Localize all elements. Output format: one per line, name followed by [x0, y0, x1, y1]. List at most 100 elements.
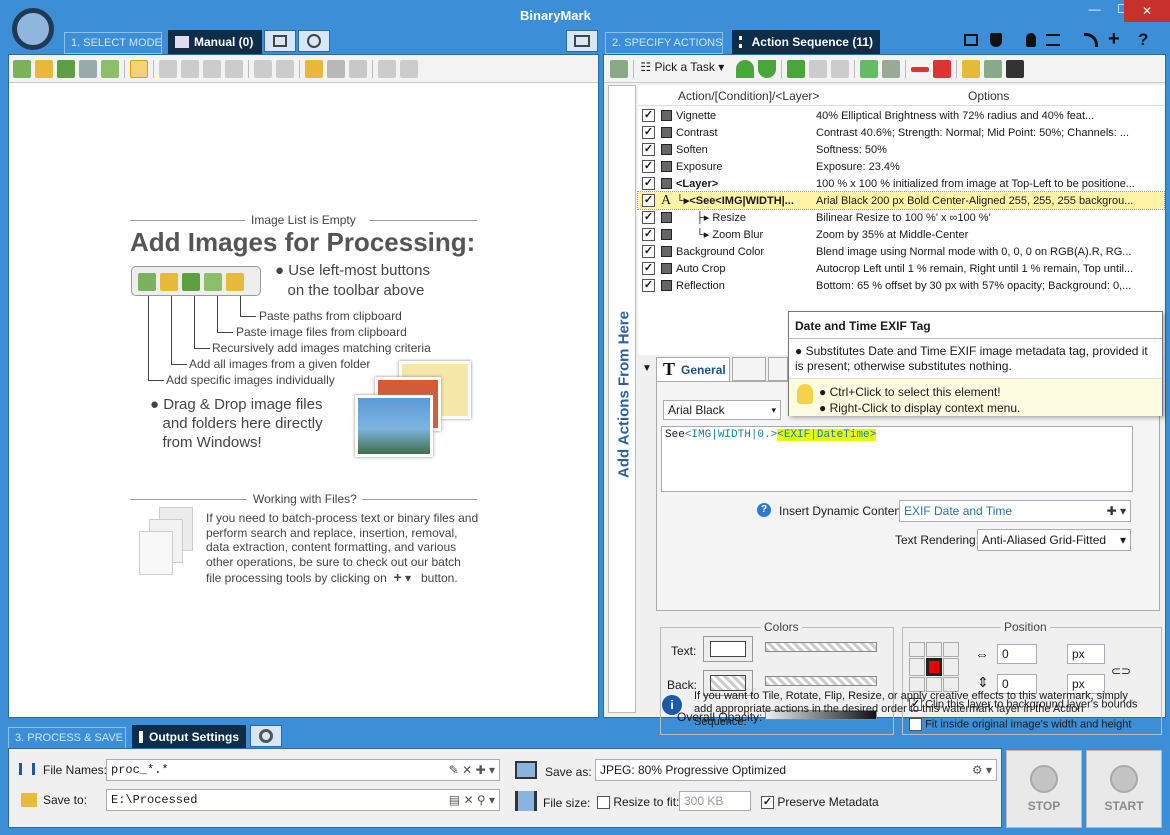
- move-down-icon[interactable]: [757, 60, 776, 78]
- resize-to-fit-checkbox[interactable]: Resize to fit:: [597, 795, 679, 810]
- save-as-select[interactable]: JPEG: 80% Progressive Optimized ⚙ ▾: [595, 759, 997, 781]
- console-icon[interactable]: [964, 34, 978, 46]
- tab-filter[interactable]: [768, 357, 788, 381]
- minimize-button[interactable]: —: [1082, 2, 1107, 22]
- tab-scheduler[interactable]: [298, 30, 330, 52]
- tab-advanced-settings[interactable]: [250, 725, 282, 747]
- view-grid-icon[interactable]: [130, 60, 148, 78]
- text-rendering-select[interactable]: Anti-Aliased Grid-Fitted ▾: [977, 529, 1131, 551]
- text-editor[interactable]: See<IMG|WIDTH|0.><EXIF|DateTime>: [661, 426, 1133, 492]
- close-button[interactable]: ✕: [1124, 0, 1170, 22]
- add-tool-icon[interactable]: +: [393, 569, 401, 585]
- action-enabled-checkbox[interactable]: ✓: [642, 228, 655, 241]
- move-up-icon[interactable]: [735, 60, 754, 78]
- anchor-grid[interactable]: [909, 642, 959, 692]
- stop-button[interactable]: STOP: [1006, 750, 1082, 828]
- help-icon[interactable]: ?: [1138, 30, 1148, 50]
- load-icon[interactable]: [983, 60, 1002, 78]
- anchor-center-selected[interactable]: [926, 657, 942, 677]
- link-icon[interactable]: ⊂⊃: [1111, 664, 1131, 678]
- add-tool-icon[interactable]: +: [1108, 28, 1120, 51]
- lightbulb-icon[interactable]: [1026, 33, 1036, 47]
- order-icon[interactable]: [225, 60, 243, 78]
- action-enabled-checkbox[interactable]: ✓: [642, 109, 655, 122]
- save-list-icon[interactable]: [327, 60, 345, 78]
- add-actions-side-tab[interactable]: Add Actions From Here: [608, 85, 636, 713]
- sort-icon[interactable]: [159, 60, 177, 78]
- action-row[interactable]: ✓ Reflection Bottom: 65 % offset by 30 px …: [638, 277, 1164, 294]
- insert-dynamic-select[interactable]: EXIF Date and Time ✚ ▾: [899, 500, 1131, 522]
- image-list-pane[interactable]: Image List is Empty Add Images for Proce…: [8, 54, 599, 718]
- group-icon[interactable]: [881, 60, 900, 78]
- action-row[interactable]: ✓ A └▸<See<IMG|WIDTH|... Arial Black 200 px…: [637, 191, 1165, 210]
- tab-manual[interactable]: Manual (0): [168, 30, 262, 54]
- action-enabled-checkbox[interactable]: ✓: [642, 160, 655, 173]
- remove-icon[interactable]: [254, 60, 272, 78]
- delete-icon[interactable]: [910, 67, 929, 72]
- action-enabled-checkbox[interactable]: ✓: [642, 126, 655, 139]
- insert-icon[interactable]: [859, 60, 878, 78]
- action-row[interactable]: ✓ Exposure Exposure: 23.4%: [638, 158, 1164, 175]
- paste-paths-icon[interactable]: [101, 60, 119, 78]
- pick-task-button[interactable]: ☷ Pick a Task ▾: [640, 60, 724, 74]
- tab-output-settings[interactable]: Output Settings: [132, 725, 246, 749]
- action-row[interactable]: ✓ Background Color Blend image using Norma…: [638, 243, 1164, 260]
- open-list-icon[interactable]: [305, 60, 323, 78]
- action-row[interactable]: ✓ └▸ Zoom Blur Zoom by 35% at Middle-Cente…: [638, 226, 1164, 243]
- action-enabled-checkbox[interactable]: ✓: [642, 177, 655, 190]
- action-enabled-checkbox[interactable]: ✓: [642, 279, 655, 292]
- add-action-icon[interactable]: [610, 60, 628, 78]
- add-folder-icon[interactable]: [35, 60, 53, 78]
- clear-icon[interactable]: [276, 60, 294, 78]
- tab-action-sequence[interactable]: Action Sequence (11): [732, 30, 880, 54]
- font-select[interactable]: Arial Black ▾: [663, 400, 781, 420]
- recursive-add-icon[interactable]: [57, 60, 75, 78]
- add-images-icon[interactable]: [13, 60, 31, 78]
- save-disk-icon[interactable]: [1005, 60, 1024, 78]
- export-icon[interactable]: [378, 60, 396, 78]
- action-row[interactable]: ✓ Vignette 40% Elliptical Brightness with …: [638, 107, 1164, 124]
- action-name: Contrast: [676, 126, 718, 139]
- collapse-arrow-icon[interactable]: ▼: [642, 363, 652, 374]
- save-to-input[interactable]: E:\Processed ▤ ✕ ⚲ ▾: [106, 789, 500, 811]
- action-row[interactable]: ✓ Contrast Contrast 40.6%; Strength: Norma…: [638, 124, 1164, 141]
- text-opacity-slider[interactable]: [765, 642, 877, 652]
- shield-icon[interactable]: [990, 33, 1002, 47]
- open-folder-icon[interactable]: [961, 60, 980, 78]
- tab-folder-monitor[interactable]: [264, 30, 296, 52]
- x-offset-field[interactable]: 0: [997, 644, 1037, 664]
- action-row[interactable]: ✓ Soften Softness: 50%: [638, 141, 1164, 158]
- action-name: Reflection: [676, 279, 725, 292]
- action-enabled-checkbox[interactable]: ✓: [642, 211, 655, 224]
- action-enabled-checkbox[interactable]: ✓: [642, 262, 655, 275]
- rename-icon[interactable]: [181, 60, 199, 78]
- disk-icon[interactable]: [349, 60, 367, 78]
- paste-files-icon[interactable]: [79, 60, 97, 78]
- arrow-left-icon[interactable]: [786, 60, 805, 78]
- x-unit-select[interactable]: px: [1067, 644, 1105, 664]
- file-names-input[interactable]: proc_*.* ✎ ✕ ✚ ▾: [106, 759, 500, 781]
- start-button[interactable]: START: [1086, 750, 1162, 828]
- preserve-metadata-checkbox[interactable]: ✓ Preserve Metadata: [761, 795, 879, 810]
- action-row[interactable]: ✓ Auto Crop Autocrop Left until 1 % remain…: [638, 260, 1164, 277]
- wifi-icon[interactable]: [1084, 33, 1098, 47]
- action-enabled-checkbox[interactable]: ✓: [642, 143, 655, 156]
- help-icon[interactable]: ?: [757, 503, 771, 517]
- tab-layer[interactable]: [732, 357, 766, 381]
- import-icon[interactable]: [400, 60, 418, 78]
- text-color-swatch[interactable]: [703, 636, 753, 662]
- action-enabled-checkbox[interactable]: ✓: [642, 194, 655, 207]
- arrow-right-icon[interactable]: [808, 60, 827, 78]
- tab-general[interactable]: T General: [656, 357, 730, 381]
- resize-size-field[interactable]: 300 KB: [679, 791, 751, 811]
- checklist-icon[interactable]: [1046, 34, 1060, 46]
- action-enabled-checkbox[interactable]: ✓: [642, 245, 655, 258]
- image-preview-button[interactable]: [566, 30, 598, 52]
- action-row[interactable]: ✓ ├▸ Resize Bilinear Resize to 100 %' x ∞1…: [638, 209, 1164, 226]
- action-row[interactable]: ✓ <Layer> 100 % x 100 % initialized from i…: [638, 175, 1164, 192]
- arrow-end-icon[interactable]: [830, 60, 849, 78]
- settings-gear-icon[interactable]: [12, 8, 54, 50]
- filter-icon[interactable]: [203, 60, 221, 78]
- clear-all-icon[interactable]: [932, 60, 951, 78]
- back-opacity-slider[interactable]: [765, 676, 877, 686]
